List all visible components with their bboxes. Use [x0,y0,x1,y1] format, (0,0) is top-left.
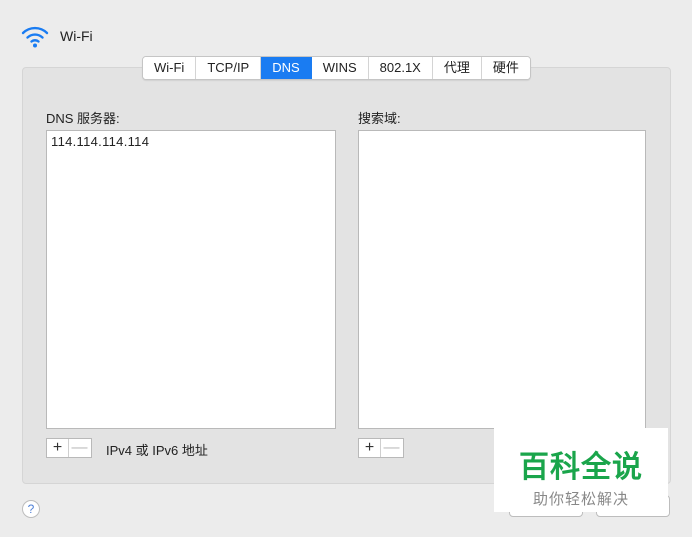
dns-remove-button[interactable]: — [68,439,90,457]
dns-add-button[interactable]: + [47,439,68,457]
watermark-title: 百科全说 [519,450,643,485]
tab-wifi[interactable]: Wi-Fi [143,57,197,79]
list-item[interactable]: 114.114.114.114 [47,131,335,152]
dns-servers-list[interactable]: 114.114.114.114 [46,130,336,429]
dns-hint: IPv4 或 IPv6 地址 [106,443,208,458]
dns-add-remove-control: + — [46,438,92,458]
tab-proxy[interactable]: 代理 [432,57,482,79]
tab-hardware[interactable]: 硬件 [481,57,530,79]
search-domains-list[interactable] [358,130,646,429]
search-add-button[interactable]: + [359,439,380,457]
dns-servers-label: DNS 服务器: [46,111,120,126]
search-remove-button[interactable]: — [380,439,402,457]
search-domains-label: 搜索域: [358,111,401,126]
search-add-remove-control: + — [358,438,404,458]
tab-bar: Wi-Fi TCP/IP DNS WINS 802.1X 代理 硬件 [142,56,531,80]
tab-tcpip[interactable]: TCP/IP [196,57,262,79]
wifi-icon [20,23,50,49]
tab-wins[interactable]: WINS [311,57,369,79]
tab-8021x[interactable]: 802.1X [368,57,433,79]
network-window: Wi-Fi Wi-Fi TCP/IP DNS WINS 802.1X 代理 硬件… [0,0,692,537]
watermark: 百科全说 助你轻松解决 [494,428,668,512]
header: Wi-Fi [20,22,93,50]
tab-dns[interactable]: DNS [261,57,312,79]
help-button[interactable]: ? [22,500,40,518]
window-title: Wi-Fi [60,28,93,44]
watermark-subtitle: 助你轻松解决 [532,490,629,508]
